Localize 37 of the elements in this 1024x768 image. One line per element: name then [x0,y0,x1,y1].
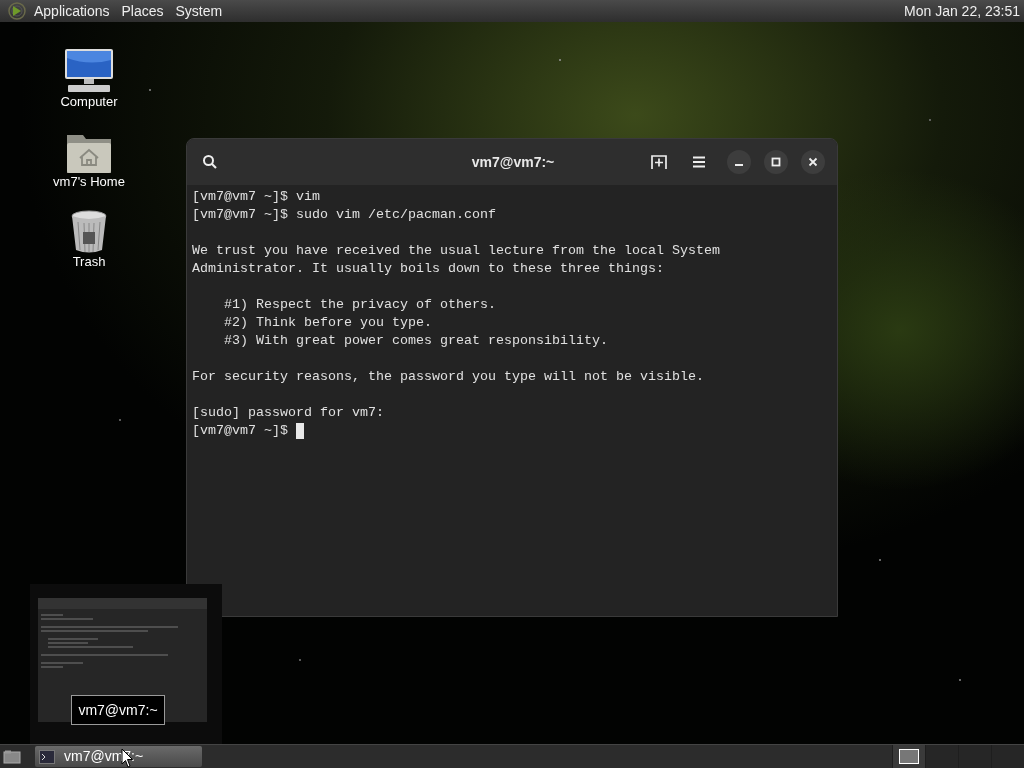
terminal-line: [sudo] password for vm7: [192,404,384,422]
maximize-button[interactable] [764,150,788,174]
terminal-line: Administrator. It usually boils down to these three things: [192,260,664,278]
window-title: vm7@vm7:~ [470,152,556,172]
panel-menu[interactable]: Applications [34,0,110,22]
clock[interactable]: Mon Jan 22, 23:51 [904,0,1020,22]
desktop-icon-label[interactable]: Computer [60,94,118,110]
terminal-line: #3) With great power comes great responsibility. [223,332,608,350]
terminal-line: #2) Think before you type. [223,314,432,332]
close-icon [808,157,818,167]
new-tab-icon [651,154,667,170]
desktop-icon-label[interactable]: vm7's Home [53,174,125,190]
terminal-line: [vm7@vm7 ~]$ sudo vim /etc/pacman.conf [192,206,496,224]
terminal-line: We trust you have received the usual lecture from the local System [192,242,720,260]
folder-icon [3,749,21,764]
panel-menu[interactable]: System [175,0,223,22]
panel-menu[interactable]: Places [121,0,164,22]
terminal-line: #1) Respect the privacy of others. [223,296,496,314]
window-preview[interactable]: vm7@vm7:~ [30,584,222,744]
logo-icon[interactable] [7,2,27,20]
home-folder-icon [66,132,112,174]
monitor-icon [64,48,114,94]
terminal-icon [39,749,55,764]
workspace-button[interactable] [892,744,925,768]
search-icon [202,154,218,170]
terminal-line: [vm7@vm7 ~]$ vim [192,188,320,206]
desktop-icon-label[interactable]: Trash [72,254,106,270]
minimize-icon [735,164,743,166]
menu-icon [692,156,706,168]
terminal-line: [vm7@vm7 ~]$ [192,422,289,440]
trash-icon [70,210,108,254]
terminal-line: For security reasons, the password you type will not be visible. [192,368,704,386]
tooltip: vm7@vm7:~ [71,695,165,725]
text-cursor [296,423,304,439]
minimize-button[interactable] [727,150,751,174]
close-button[interactable] [801,150,825,174]
maximize-icon [771,157,781,167]
